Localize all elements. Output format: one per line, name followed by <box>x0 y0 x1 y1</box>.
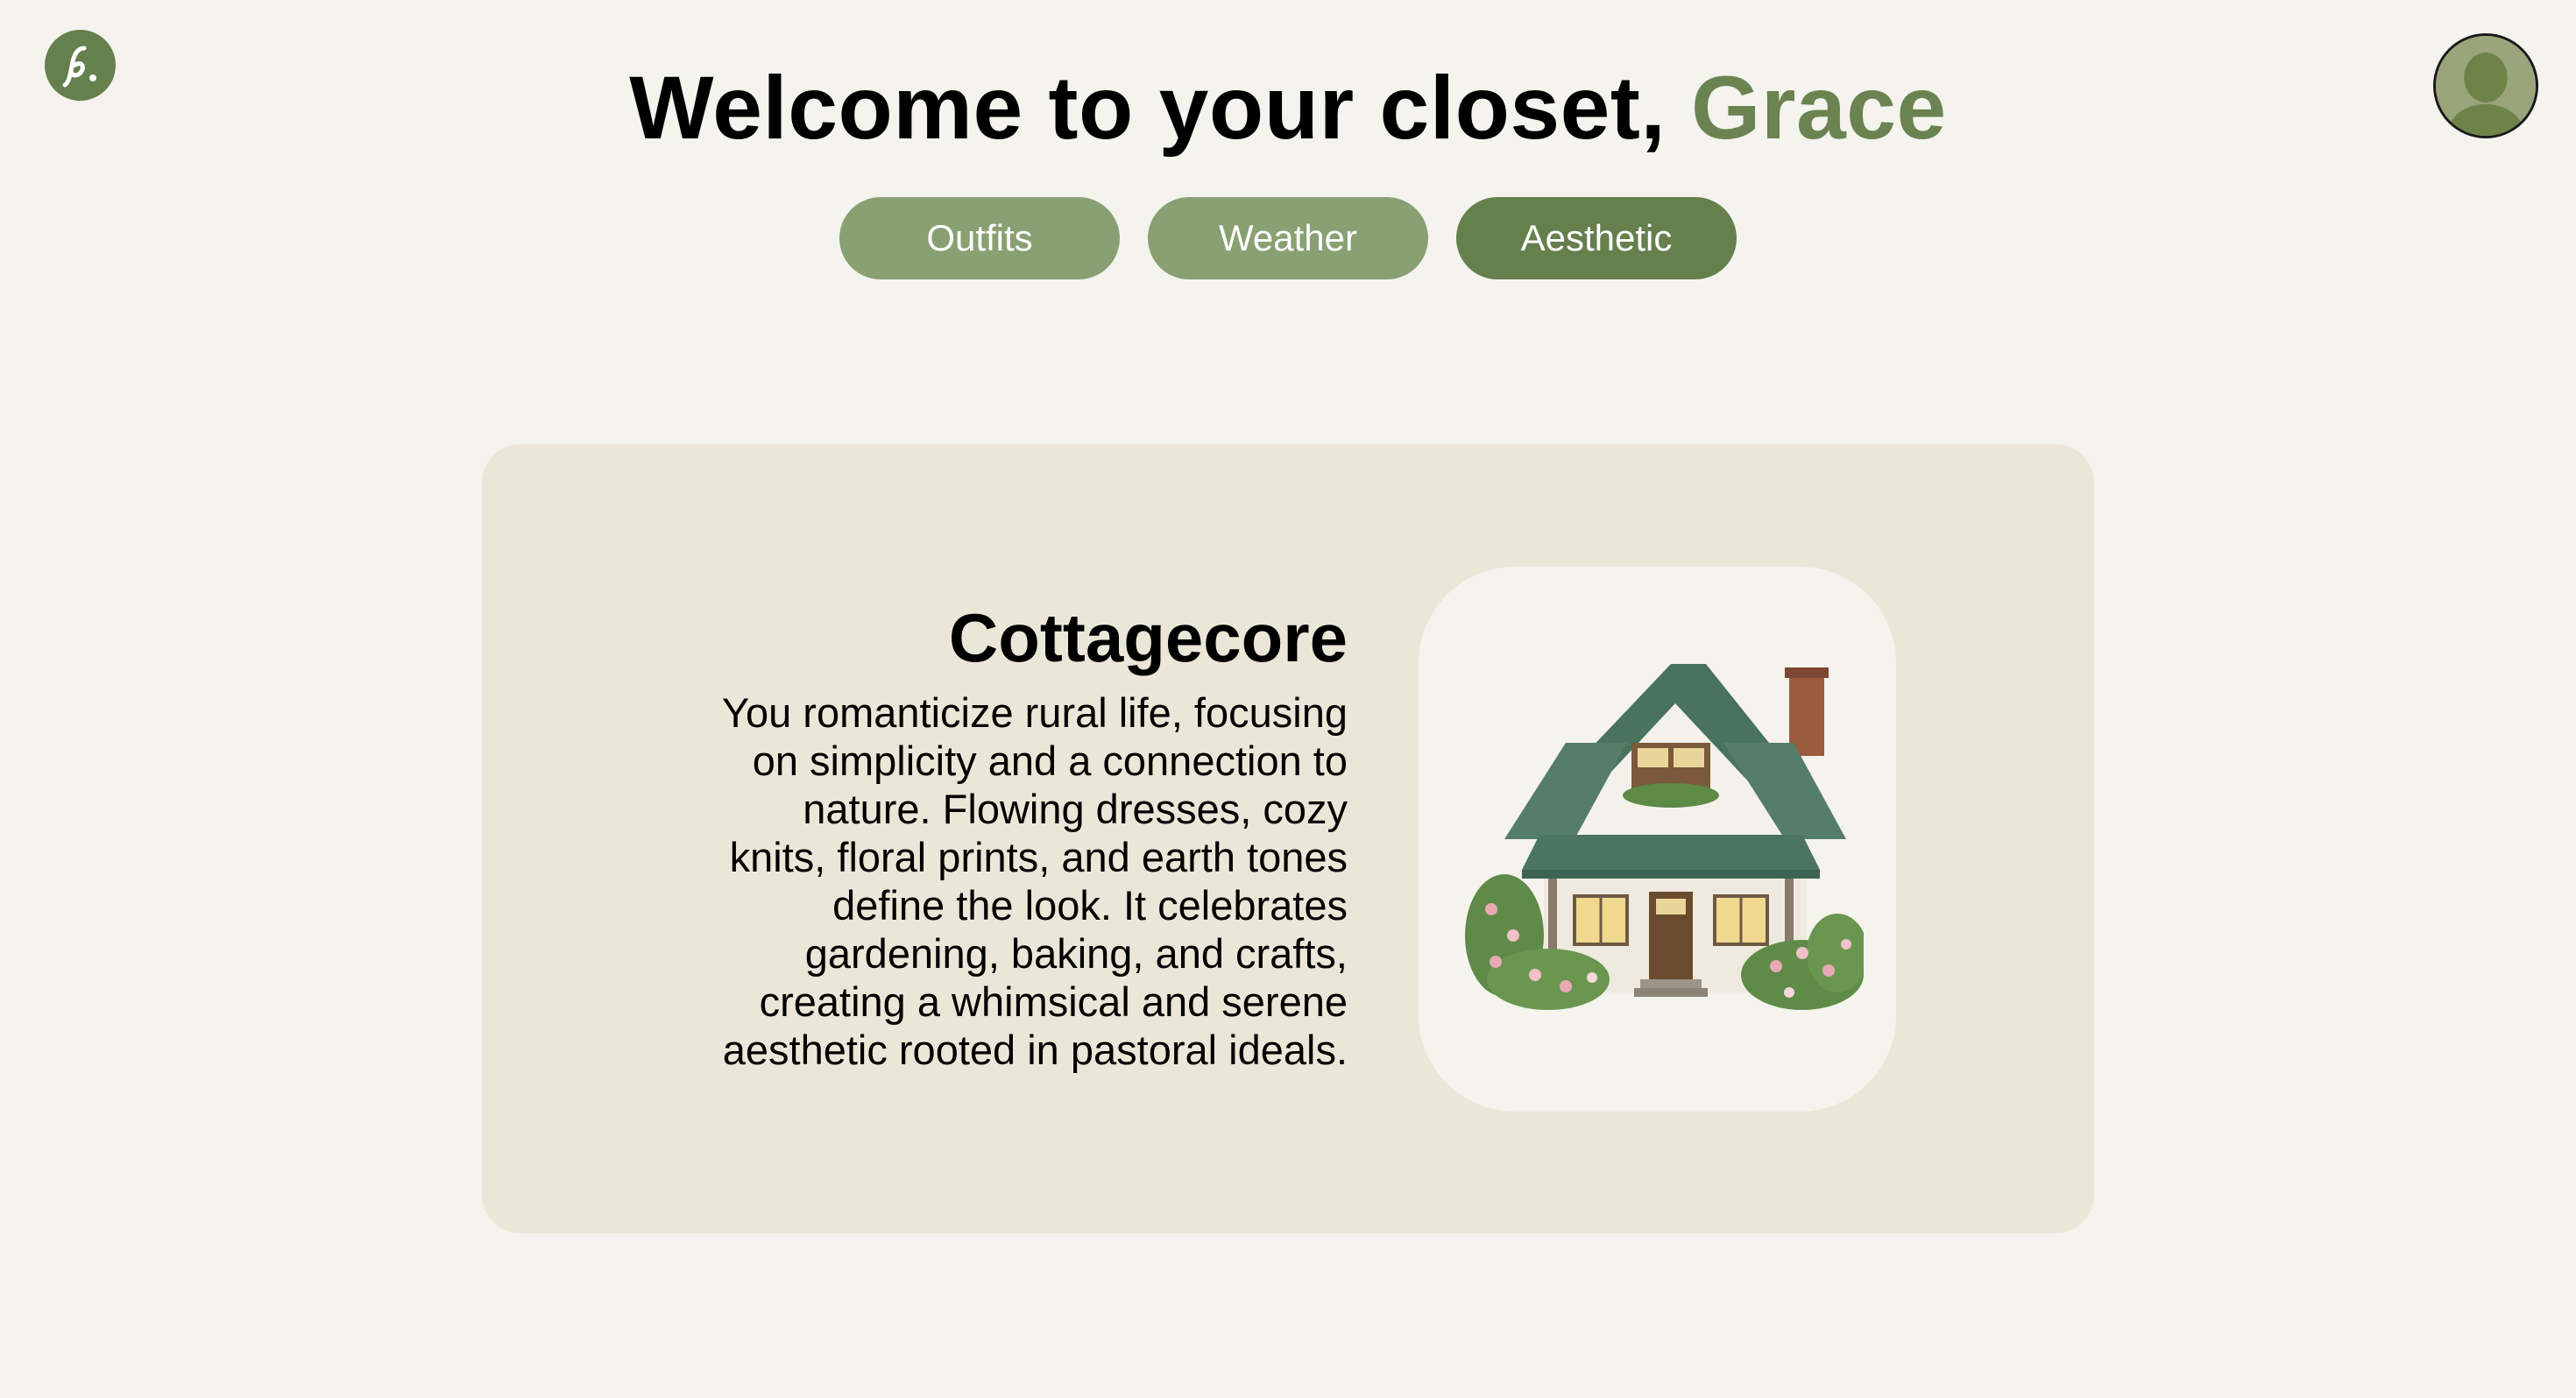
aesthetic-text: Cottagecore You romanticize rural life, … <box>682 597 1348 1074</box>
tab-bar: Outfits Weather Aesthetic <box>839 197 1737 279</box>
user-name: Grace <box>1691 58 1947 158</box>
tab-aesthetic[interactable]: Aesthetic <box>1456 197 1737 279</box>
aesthetic-image <box>1419 567 1896 1112</box>
tab-outfits[interactable]: Outfits <box>839 197 1120 279</box>
page-title: Welcome to your closet, Grace <box>0 54 2576 161</box>
user-avatar-icon <box>2436 36 2536 136</box>
title-prefix: Welcome to your closet, <box>629 58 1692 158</box>
aesthetic-title: Cottagecore <box>948 599 1348 676</box>
cottage-illustration <box>1464 664 1864 1010</box>
aesthetic-card: Cottagecore You romanticize rural life, … <box>482 444 2094 1233</box>
profile-avatar-button[interactable] <box>2433 33 2538 138</box>
tab-weather[interactable]: Weather <box>1148 197 1428 279</box>
aesthetic-description: You romanticize rural life, focusing on … <box>721 688 1348 1073</box>
